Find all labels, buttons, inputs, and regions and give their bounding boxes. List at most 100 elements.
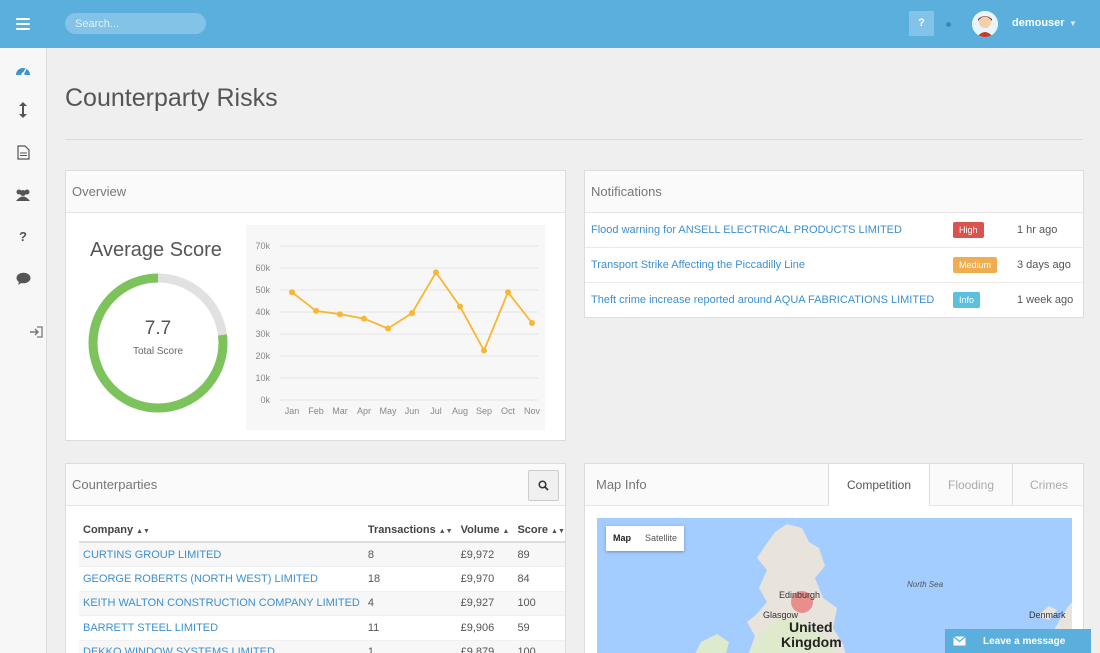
company-link[interactable]: GEORGE ROBERTS (NORTH WEST) LIMITED [79,566,364,592]
score-cell: 100 [513,640,565,653]
tab-crimes[interactable]: Crimes [1012,464,1083,506]
sort-icon[interactable]: ▲▼ [136,528,150,535]
data-point[interactable] [289,289,295,296]
volume-cell: £9,879 [456,640,514,653]
status-dot [946,22,951,27]
notification-row: Theft crime increase reported around AQU… [585,283,1083,318]
help-icon[interactable]: ? [13,226,33,246]
x-tick-label: Apr [357,406,371,416]
volume-cell: £9,927 [456,591,514,616]
data-point[interactable] [457,303,463,310]
map-option[interactable]: Map [606,526,638,551]
x-tick-label: Jun [405,406,420,416]
sort-asc-icon[interactable]: ▲ [503,528,510,535]
x-tick-label: Nov [524,406,541,416]
map-info-panel: Map Info Competition Flooding Crimes Map… [584,463,1084,653]
x-tick-label: Jul [430,406,442,416]
notification-row: Flood warning for ANSELL ELECTRICAL PROD… [585,213,1083,248]
average-score-title: Average Score [90,239,222,261]
score-chart: 0k 10k 20k 30k 40k 50k 60k 70k Jan Feb Mar Apr May Ju… [246,225,545,430]
company-link[interactable]: CURTINS GROUP LIMITED [79,542,364,567]
counterparties-panel: Counterparties Company ▲▼ Transactions ▲▼ … [65,463,566,653]
company-link[interactable]: BARRETT STEEL LIMITED [79,615,364,641]
document-icon[interactable] [13,142,33,162]
y-tick-label: 70k [255,241,270,251]
notifications-heading: Notifications [585,171,1083,213]
notification-link[interactable]: Transport Strike Affecting the Piccadill… [591,259,805,271]
divider [65,139,1083,140]
users-icon[interactable] [13,184,33,204]
map-type-toggle[interactable]: Map Satellite [606,526,685,551]
y-tick-label: 60k [255,263,270,273]
avatar[interactable] [972,11,998,37]
column-header-volume[interactable]: Volume ▲ [456,520,514,543]
data-point[interactable] [313,307,319,314]
notification-link[interactable]: Theft crime increase reported around AQU… [591,294,934,306]
score-value: 7.7 [144,318,172,339]
map-label: Denmark [1029,610,1066,620]
overview-panel: Overview Average Score 7.7 Total Score 0… [65,170,566,441]
map-label: North Sea [907,580,944,589]
score-donut [88,273,228,413]
transactions-cell: 1 [363,640,457,653]
dashboard-icon[interactable] [13,60,33,80]
data-point[interactable] [385,325,391,332]
data-point[interactable] [505,289,511,296]
company-link[interactable]: KEITH WALTON CONSTRUCTION COMPANY LIMITE… [79,591,364,616]
company-link[interactable]: DEKKO WINDOW SYSTEMS LIMITED [79,640,364,653]
y-tick-label: 30k [255,329,270,339]
logout-icon[interactable] [26,322,46,342]
table-row[interactable]: KEITH WALTON CONSTRUCTION COMPANY LIMITE… [79,591,565,616]
search-button[interactable] [528,470,559,501]
x-tick-label: Mar [332,406,348,416]
chevron-down-icon[interactable]: ▼ [1069,19,1077,28]
table-row[interactable]: BARRETT STEEL LIMITED 11 £9,906 59 [79,615,565,641]
tab-flooding[interactable]: Flooding [929,464,1012,506]
data-point[interactable] [337,311,343,318]
notification-time: 3 days ago [1017,259,1071,271]
y-tick-label: 20k [255,351,270,361]
score-cell: 100 [513,591,565,616]
x-tick-label: Sep [476,406,492,416]
data-point[interactable] [529,320,535,326]
tab-competition[interactable]: Competition [828,464,929,506]
transactions-cell: 11 [363,615,457,641]
envelope-icon [945,629,973,653]
score-cell: 59 [513,615,565,641]
top-bar: ? demouser ▼ [0,0,1100,48]
priority-badge: Info [953,292,981,308]
leave-message-button[interactable]: Leave a message [945,629,1091,653]
column-header-transactions[interactable]: Transactions ▲▼ [363,520,457,543]
data-point[interactable] [409,310,415,317]
volume-cell: £9,972 [456,542,514,567]
table-row[interactable]: CURTINS GROUP LIMITED 8 £9,972 89 [79,542,565,567]
x-tick-label: Feb [308,406,324,416]
help-button[interactable]: ? [909,11,934,36]
sort-icon[interactable]: ▲▼ [439,528,453,535]
notification-link[interactable]: Flood warning for ANSELL ELECTRICAL PROD… [591,224,902,236]
username[interactable]: demouser [1012,17,1065,29]
table-row[interactable]: DEKKO WINDOW SYSTEMS LIMITED 1 £9,879 10… [79,640,565,653]
score-label: Total Score [132,346,184,357]
chat-icon[interactable] [13,268,33,288]
column-header-company[interactable]: Company ▲▼ [79,520,364,543]
y-tick-label: 40k [255,307,270,317]
line-chart: 0k 10k 20k 30k 40k 50k 60k 70k Jan Feb Mar Apr May Ju… [255,241,541,416]
menu-icon[interactable] [16,18,30,30]
data-point[interactable] [433,269,439,276]
counterparties-heading: Counterparties [66,464,565,506]
notifications-panel: Notifications Flood warning for ANSELL E… [584,170,1084,318]
column-header-score[interactable]: Score ▲▼ [513,520,565,543]
satellite-option[interactable]: Satellite [638,526,684,551]
search-input[interactable] [65,13,206,34]
map-label: United [789,619,833,635]
priority-badge: High [953,222,984,238]
overview-heading: Overview [66,171,565,213]
volume-cell: £9,906 [456,615,514,641]
transfer-icon[interactable] [13,100,33,120]
data-point[interactable] [481,347,487,354]
data-point[interactable] [361,315,367,322]
sort-icon[interactable]: ▲▼ [551,528,565,535]
x-tick-label: Aug [452,406,468,416]
table-row[interactable]: GEORGE ROBERTS (NORTH WEST) LIMITED 18 £… [79,566,565,592]
